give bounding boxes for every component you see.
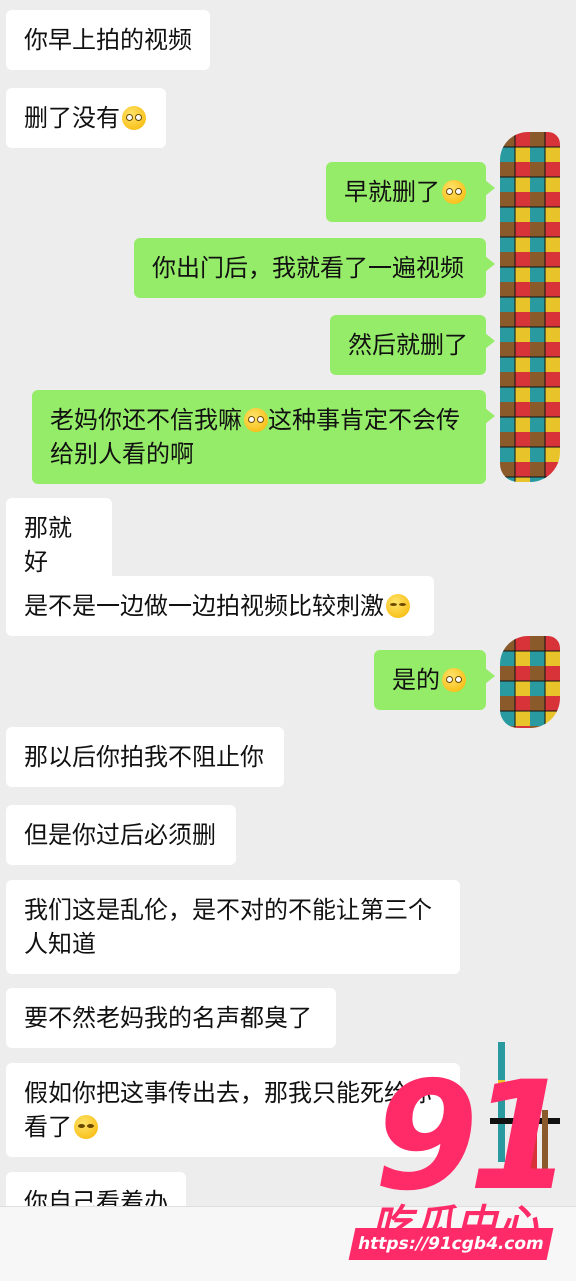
message-text: 你出门后，我就看了一遍视频 bbox=[152, 254, 464, 282]
received-message-bubble[interactable]: 你早上拍的视频 bbox=[6, 10, 210, 70]
sent-message-bubble[interactable]: 是的 bbox=[374, 650, 495, 710]
message-text: 我们这是乱伦，是不对的不能让第三个人知道 bbox=[24, 896, 432, 958]
sent-message-bubble[interactable]: 你出门后，我就看了一遍视频 bbox=[134, 238, 495, 298]
message-text: 你早上拍的视频 bbox=[24, 26, 192, 54]
flushed-emoji-icon bbox=[442, 668, 466, 692]
smile-emoji-icon bbox=[74, 1115, 98, 1139]
site-watermark: 91 吃瓜中心 https://91cgb4.com bbox=[348, 1050, 574, 1272]
sent-message-bubble[interactable]: 老妈你还不信我嘛 这种事肯定不会传给别人看的啊 bbox=[32, 390, 495, 484]
received-message-bubble[interactable]: 那以后你拍我不阻止你 bbox=[6, 727, 284, 787]
watermark-logo: 91 bbox=[374, 1050, 573, 1224]
message-text: 早就删了 bbox=[344, 178, 440, 206]
message-text: 那就好 bbox=[24, 514, 72, 576]
flushed-emoji-icon bbox=[122, 106, 146, 130]
message-text: 但是你过后必须删 bbox=[24, 821, 216, 849]
received-message-bubble[interactable]: 但是你过后必须删 bbox=[6, 805, 236, 865]
sent-message-bubble[interactable]: 然后就删了 bbox=[330, 315, 495, 375]
message-text: 要不然老妈我的名声都臭了 bbox=[24, 1004, 312, 1032]
received-message-bubble[interactable]: 是不是一边做一边拍视频比较刺激 bbox=[6, 576, 434, 636]
received-message-bubble[interactable]: 我们这是乱伦，是不对的不能让第三个人知道 bbox=[6, 880, 460, 974]
sent-message-bubble[interactable]: 早就删了 bbox=[326, 162, 495, 222]
user-avatar[interactable] bbox=[500, 132, 560, 482]
user-avatar[interactable] bbox=[500, 636, 560, 728]
message-text: 是的 bbox=[392, 666, 440, 694]
flushed-emoji-icon bbox=[442, 180, 466, 204]
watermark-url: https://91cgb4.com bbox=[348, 1228, 554, 1260]
message-text: 那以后你拍我不阻止你 bbox=[24, 743, 264, 771]
relieved-emoji-icon bbox=[244, 408, 268, 432]
received-message-bubble[interactable]: 要不然老妈我的名声都臭了 bbox=[6, 988, 336, 1048]
laugh-emoji-icon bbox=[386, 594, 410, 618]
message-text: 老妈你还不信我嘛 bbox=[50, 406, 242, 434]
received-message-bubble[interactable]: 删了没有 bbox=[6, 88, 166, 148]
message-text: 删了没有 bbox=[24, 104, 120, 132]
message-text: 然后就删了 bbox=[348, 331, 468, 359]
message-text: 是不是一边做一边拍视频比较刺激 bbox=[24, 592, 384, 620]
